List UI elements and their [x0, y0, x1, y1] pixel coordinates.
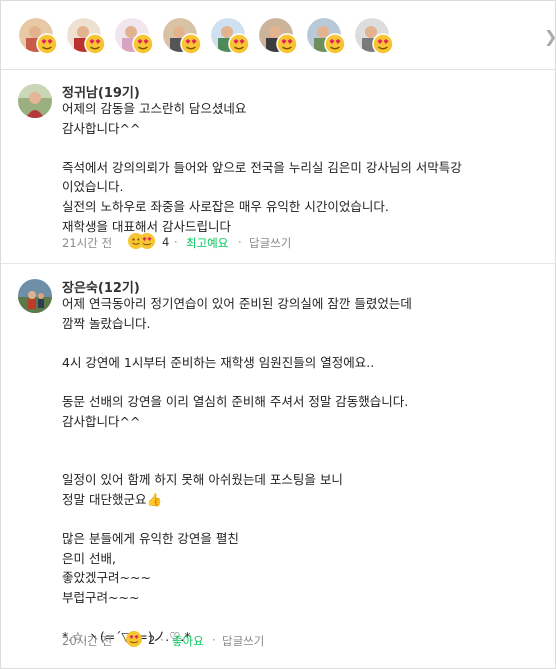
comment-line: 즉석에서 강의의뢰가 들어와 앞으로 전국을 누리실 김은미 강사님의 서막특강: [62, 159, 462, 175]
comment-line: [62, 372, 542, 392]
heart-eyes-emoji-icon: [36, 33, 58, 55]
heart-eyes-emoji-icon: [84, 33, 106, 55]
heart-eyes-emoji-icon: [126, 631, 142, 647]
reactor-avatar[interactable]: [19, 18, 58, 55]
comment-item: 정귀남(19기) 어제의 감동을 고스란히 담으셨네요 감사합니다^^ 즉석에서…: [1, 70, 555, 263]
comment-time: 20시간 전: [62, 634, 113, 648]
comment-line: [62, 608, 542, 628]
comment-time: 21시간 전: [62, 236, 113, 250]
heart-eyes-emoji-icon: [372, 33, 394, 55]
comment-line: 감사합니다^^: [62, 120, 141, 136]
author-avatar[interactable]: [18, 279, 52, 313]
comment-line: 동문 선배의 강연을 이리 열심히 준비해 주셔서 정말 감동했습니다.: [62, 393, 409, 409]
comment-item: 장은숙(12기) 어제 연극동아리 정기연습이 있어 준비된 강의실에 잠깐 들…: [1, 264, 555, 668]
comment-line: [62, 333, 542, 353]
reactor-avatar[interactable]: [115, 18, 154, 55]
avatar-photo: [18, 84, 52, 118]
comment-line: 감사합니다^^: [62, 413, 141, 429]
heart-eyes-emoji-icon: [180, 33, 202, 55]
reply-button[interactable]: 답글쓰기: [249, 235, 291, 251]
reactor-avatar[interactable]: [211, 18, 250, 55]
heart-eyes-emoji-icon: [324, 33, 346, 55]
comment-text: 어제의 감동을 고스란히 담으셨네요 감사합니다^^ 즉석에서 강의의뢰가 들어…: [62, 99, 542, 236]
comment-line: [62, 510, 542, 530]
comment-line: 많은 분들에게 유익한 강연을 펼친: [62, 531, 239, 547]
comment-line: 부럽구려~~~: [62, 589, 140, 605]
comment-line: 깜짝 놀랐습니다.: [62, 315, 151, 331]
reactor-avatar[interactable]: [67, 18, 106, 55]
author-avatar[interactable]: [18, 84, 52, 118]
separator-dot: ·: [238, 235, 242, 249]
reaction-label[interactable]: 좋아요: [172, 633, 204, 649]
comment-line: 일정이 있어 함께 하지 못해 아쉬웠는데 포스팅을 보니: [62, 472, 343, 488]
reactor-strip: ❯: [1, 1, 556, 70]
comment-line: 4시 강연에 1시부터 준비하는 재학생 임원진들의 열정에요..: [62, 354, 375, 370]
comment-line: 실전의 노하우로 좌중을 사로잡은 매우 유익한 시간이었습니다.: [62, 198, 389, 214]
separator-dot: ·: [212, 633, 216, 647]
comment-line: 정말 대단했군요👍: [62, 491, 163, 507]
comment-line: 이었습니다.: [62, 179, 124, 195]
reactor-avatar[interactable]: [163, 18, 202, 55]
reaction-count: 2: [148, 633, 156, 647]
reactor-avatar[interactable]: [307, 18, 346, 55]
separator-dot: ·: [160, 633, 164, 647]
reactor-avatar[interactable]: [355, 18, 394, 55]
reaction-label[interactable]: 최고예요: [186, 235, 228, 251]
reaction-count: 4: [162, 235, 170, 249]
avatar-photo: [18, 279, 52, 313]
comment-line: 어제의 감동을 고스란히 담으셨네요: [62, 101, 247, 116]
comment-line: [62, 138, 542, 158]
comment-line: 은미 선배,: [62, 550, 116, 566]
comment-line: 어제 연극동아리 정기연습이 있어 준비된 강의실에 잠깐 들렸었는데: [62, 296, 412, 311]
comment-line: 좋았겠구려~~~: [62, 570, 151, 586]
separator-dot: ·: [174, 235, 178, 249]
heart-eyes-emoji-icon: [132, 33, 154, 55]
heart-eyes-emoji-icon: [276, 33, 298, 55]
comment-line: [62, 451, 542, 471]
reaction-emoji-icon: [128, 233, 155, 249]
reaction-icons[interactable]: [127, 232, 157, 253]
reply-button[interactable]: 답글쓰기: [222, 633, 264, 649]
reactor-avatar[interactable]: [259, 18, 298, 55]
comment-text: 어제 연극동아리 정기연습이 있어 준비된 강의실에 잠깐 들렸었는데 깜짝 놀…: [62, 294, 542, 647]
comment-line: [62, 431, 542, 451]
comment-panel: ❯ 정귀남(19기) 어제의 감동을 고스란히 담으셨네요 감사합니다^^ 즉석…: [0, 0, 556, 669]
reaction-icons[interactable]: [125, 630, 145, 651]
chevron-right-icon[interactable]: ❯: [544, 27, 556, 46]
heart-eyes-emoji-icon: [228, 33, 250, 55]
